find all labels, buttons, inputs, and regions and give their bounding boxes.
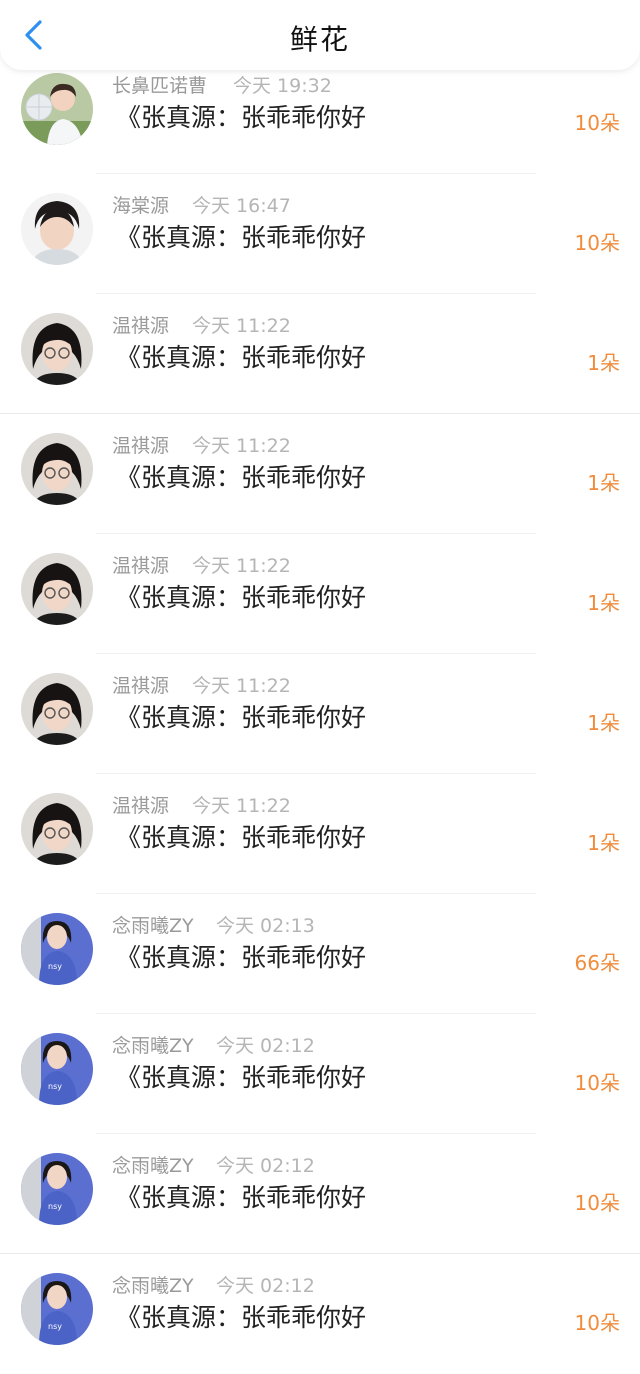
avatar[interactable] — [21, 553, 93, 625]
message-text: 《张真源：张乖乖你好 — [116, 583, 367, 612]
message-text: 《张真源：张乖乖你好 — [116, 943, 367, 972]
flower-count: 10朵 — [574, 111, 620, 135]
list-item[interactable]: 温祺源 今天 11:22 《张真源：张乖乖你好 1朵 — [0, 414, 640, 534]
send-time: 今天 02:12 — [216, 1035, 315, 1057]
list-item[interactable]: 温祺源 今天 11:22 《张真源：张乖乖你好 1朵 — [0, 774, 640, 894]
flower-count: 1朵 — [587, 351, 620, 375]
send-time: 今天 02:12 — [216, 1155, 315, 1177]
sender-name: 念雨曦ZY — [112, 915, 194, 937]
flower-count: 10朵 — [574, 231, 620, 255]
avatar[interactable] — [21, 793, 93, 865]
flower-count: 1朵 — [587, 831, 620, 855]
sender-name: 温祺源 — [112, 315, 170, 337]
svg-text:nsy: nsy — [48, 1082, 62, 1091]
list-item[interactable]: 长鼻匹诺曹 今天 19:32 《张真源：张乖乖你好 10朵 — [0, 54, 640, 174]
avatar[interactable] — [21, 73, 93, 145]
list-item[interactable]: nsy 念雨曦ZY 今天 02:12 《张真源：张乖乖你好 10朵 — [0, 1134, 640, 1254]
avatar[interactable] — [21, 313, 93, 385]
svg-text:nsy: nsy — [48, 1322, 62, 1331]
sender-name: 温祺源 — [112, 675, 170, 697]
message-text: 《张真源：张乖乖你好 — [116, 1063, 367, 1092]
list-item[interactable]: 温祺源 今天 11:22 《张真源：张乖乖你好 1朵 — [0, 294, 640, 414]
sender-name: 温祺源 — [112, 795, 170, 817]
send-time: 今天 16:47 — [192, 195, 291, 217]
send-time: 今天 02:12 — [216, 1275, 315, 1297]
list-item[interactable]: 温祺源 今天 11:22 《张真源：张乖乖你好 1朵 — [0, 534, 640, 654]
avatar[interactable] — [21, 433, 93, 505]
flower-count: 1朵 — [587, 471, 620, 495]
message-text: 《张真源：张乖乖你好 — [116, 1303, 367, 1332]
flower-count: 10朵 — [574, 1311, 620, 1335]
list-item[interactable]: 温祺源 今天 11:22 《张真源：张乖乖你好 1朵 — [0, 654, 640, 774]
list-item[interactable]: nsy 念雨曦ZY 今天 02:13 《张真源：张乖乖你好 66朵 — [0, 894, 640, 1014]
message-text: 《张真源：张乖乖你好 — [116, 703, 367, 732]
flower-count: 10朵 — [574, 1191, 620, 1215]
message-text: 《张真源：张乖乖你好 — [116, 343, 367, 372]
sender-name: 念雨曦ZY — [112, 1155, 194, 1177]
sender-name: 念雨曦ZY — [112, 1275, 194, 1297]
avatar[interactable]: nsy — [21, 913, 93, 985]
list-item[interactable]: nsy 念雨曦ZY 今天 02:12 《张真源：张乖乖你好 10朵 — [0, 1014, 640, 1134]
sender-name: 海棠源 — [112, 195, 170, 217]
avatar[interactable] — [21, 673, 93, 745]
message-text: 《张真源：张乖乖你好 — [116, 823, 367, 852]
send-time: 今天 11:22 — [192, 675, 291, 697]
list-item[interactable]: 海棠源 今天 16:47 《张真源：张乖乖你好 10朵 — [0, 174, 640, 294]
message-text: 《张真源：张乖乖你好 — [116, 1183, 367, 1212]
message-text: 《张真源：张乖乖你好 — [116, 223, 367, 252]
send-time: 今天 11:22 — [192, 795, 291, 817]
send-time: 今天 19:32 — [233, 75, 332, 97]
list-item[interactable]: nsy 念雨曦ZY 今天 02:12 《张真源：张乖乖你好 10朵 — [0, 1254, 640, 1374]
nav-header: 鲜花 — [0, 0, 640, 70]
message-text: 《张真源：张乖乖你好 — [116, 103, 367, 132]
flower-count: 1朵 — [587, 711, 620, 735]
avatar[interactable]: nsy — [21, 1033, 93, 1105]
send-time: 今天 11:22 — [192, 555, 291, 577]
send-time: 今天 11:22 — [192, 435, 291, 457]
sender-name: 温祺源 — [112, 435, 170, 457]
svg-text:nsy: nsy — [48, 1202, 62, 1211]
flower-count: 66朵 — [574, 951, 620, 975]
message-text: 《张真源：张乖乖你好 — [116, 463, 367, 492]
send-time: 今天 11:22 — [192, 315, 291, 337]
flower-count: 10朵 — [574, 1071, 620, 1095]
sender-name: 念雨曦ZY — [112, 1035, 194, 1057]
avatar[interactable]: nsy — [21, 1273, 93, 1345]
avatar[interactable] — [21, 193, 93, 265]
flower-count: 1朵 — [587, 591, 620, 615]
page-title: 鲜花 — [289, 23, 350, 56]
svg-text:nsy: nsy — [48, 962, 62, 971]
sender-name: 温祺源 — [112, 555, 170, 577]
send-time: 今天 02:13 — [216, 915, 315, 937]
avatar[interactable]: nsy — [21, 1153, 93, 1225]
sender-name: 长鼻匹诺曹 — [112, 75, 208, 97]
